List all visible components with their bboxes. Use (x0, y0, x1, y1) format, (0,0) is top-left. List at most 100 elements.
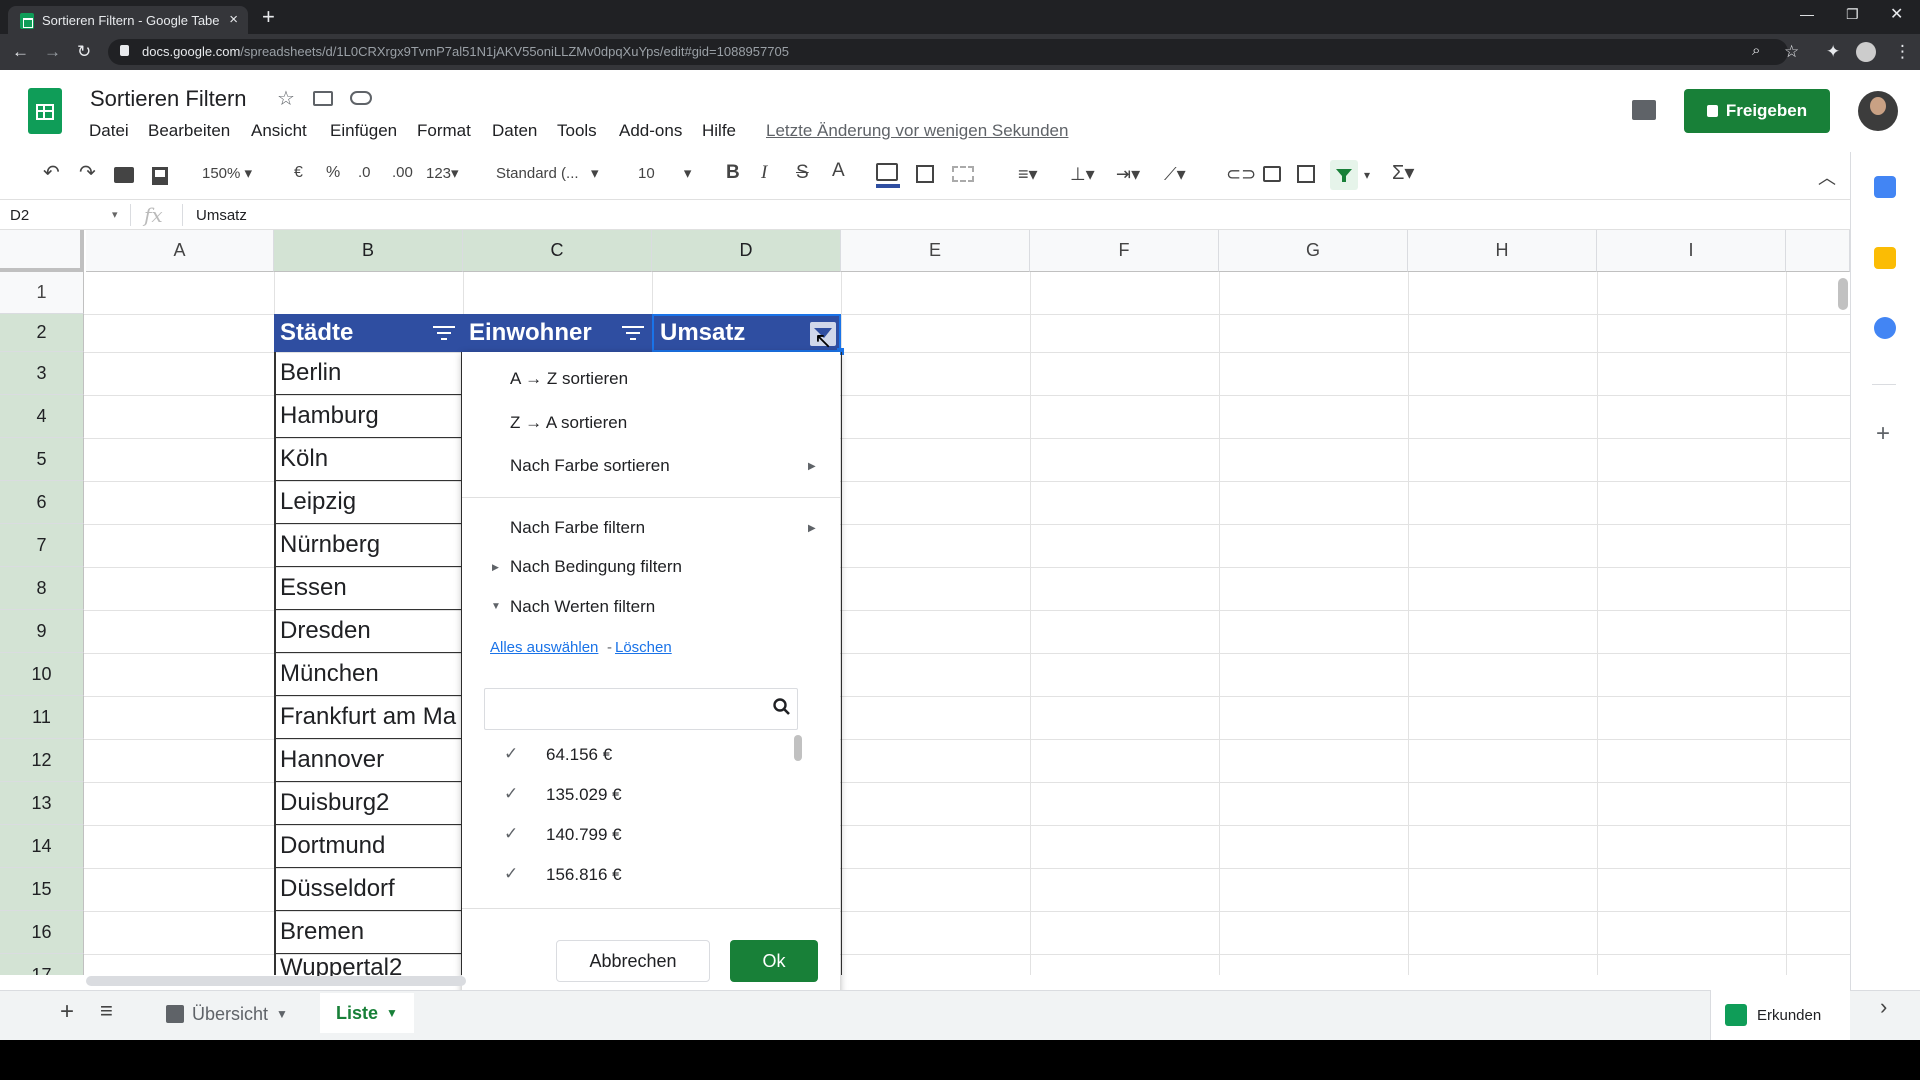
filter-value-item[interactable]: 64.156 € (546, 745, 612, 765)
menu-einfuegen[interactable]: Einfügen (330, 121, 397, 141)
extensions-icon[interactable]: ✦ (1826, 42, 1840, 62)
header-cell-staedte[interactable]: Städte (274, 314, 463, 352)
row-header-4[interactable]: 4 (0, 395, 84, 438)
sheet-tab-dropdown-icon[interactable]: ▼ (276, 1007, 288, 1021)
city-cell[interactable]: Hannover (274, 739, 462, 782)
redo-icon[interactable]: ↷ (79, 160, 96, 185)
check-icon[interactable]: ✓ (504, 864, 518, 884)
sheet-tab-liste[interactable]: Liste ▼ (320, 993, 414, 1033)
functions-icon[interactable]: Σ▾ (1392, 160, 1414, 185)
values-scrollbar[interactable] (794, 735, 802, 761)
borders-icon[interactable] (916, 165, 934, 183)
row-header-7[interactable]: 7 (0, 524, 84, 567)
menu-tools[interactable]: Tools (557, 121, 597, 141)
city-cell[interactable]: Berlin (274, 352, 462, 395)
font-select[interactable]: Standard (... ▾ (496, 164, 599, 182)
header-cell-einwohner[interactable]: Einwohner (463, 314, 652, 352)
menu-ansicht[interactable]: Ansicht (251, 121, 307, 141)
filter-by-color-item[interactable]: Nach Farbe filtern (510, 518, 645, 538)
row-header-2[interactable]: 2 (0, 314, 84, 352)
comments-icon[interactable] (1632, 100, 1656, 120)
row-header-5[interactable]: 5 (0, 438, 84, 481)
sort-a-z-item[interactable]: A → Z sortieren (510, 369, 628, 389)
city-cell[interactable]: Dortmund (274, 825, 462, 868)
column-header-i[interactable]: I (1597, 230, 1786, 272)
merge-cells-icon[interactable] (952, 166, 974, 182)
minimize-icon[interactable]: — (1800, 6, 1814, 22)
city-cell[interactable]: Essen (274, 567, 462, 610)
sheet-tab-uebersicht[interactable]: Übersicht ▼ (150, 996, 304, 1032)
row-header-17[interactable]: 17 (0, 954, 84, 975)
filter-button[interactable] (1330, 160, 1358, 190)
row-header-15[interactable]: 15 (0, 868, 84, 911)
undo-icon[interactable]: ↶ (43, 160, 60, 185)
city-cell[interactable]: Hamburg (274, 395, 462, 438)
row-header-14[interactable]: 14 (0, 825, 84, 868)
filter-views-dropdown-icon[interactable]: ▾ (1364, 168, 1370, 182)
insert-chart-icon[interactable] (1297, 165, 1315, 183)
select-all-corner[interactable] (0, 230, 84, 272)
document-title[interactable]: Sortieren Filtern (90, 86, 247, 112)
sheets-logo-icon[interactable] (28, 88, 62, 134)
bold-button[interactable]: B (726, 162, 740, 184)
filter-by-values-item[interactable]: Nach Werten filtern (510, 597, 655, 617)
column-header-b[interactable]: B (274, 230, 463, 272)
insert-comment-icon[interactable] (1263, 166, 1281, 182)
percent-format-button[interactable]: % (326, 164, 340, 182)
row-header-8[interactable]: 8 (0, 567, 84, 610)
browser-tab[interactable]: Sortieren Filtern - Google Tabelle × (8, 6, 248, 34)
city-cell[interactable]: Dresden (274, 610, 462, 653)
menu-hilfe[interactable]: Hilfe (702, 121, 736, 141)
horizontal-scrollbar[interactable] (86, 976, 466, 986)
bookmark-star-icon[interactable]: ☆ (1784, 42, 1799, 62)
window-close-icon[interactable]: ✕ (1890, 4, 1903, 24)
clear-link[interactable]: Löschen (615, 639, 672, 656)
back-icon[interactable]: ← (12, 42, 29, 62)
keep-icon[interactable] (1874, 247, 1896, 269)
sort-by-color-item[interactable]: Nach Farbe sortieren (510, 456, 670, 476)
filter-search-input[interactable] (484, 688, 798, 730)
row-header-13[interactable]: 13 (0, 782, 84, 825)
expand-arrow-icon[interactable]: ▶ (492, 562, 499, 573)
filter-icon[interactable] (622, 326, 644, 340)
add-sheet-icon[interactable]: + (60, 998, 74, 1026)
filter-value-item[interactable]: 140.799 € (546, 825, 622, 845)
font-size-select[interactable]: 10 ▾ (638, 164, 691, 182)
cancel-button[interactable]: Abbrechen (556, 940, 710, 982)
browser-menu-icon[interactable]: ⋮ (1894, 42, 1911, 62)
city-cell[interactable]: Düsseldorf (274, 868, 462, 911)
text-wrap-icon[interactable]: ⇥▾ (1116, 164, 1140, 185)
italic-button[interactable]: I (761, 162, 767, 184)
name-box-dropdown-icon[interactable]: ▾ (112, 208, 118, 221)
row-header-12[interactable]: 12 (0, 739, 84, 782)
filter-value-item[interactable]: 156.816 € (546, 865, 622, 885)
row-header-16[interactable]: 16 (0, 911, 84, 954)
move-folder-icon[interactable] (313, 91, 333, 106)
more-formats-select[interactable]: 123▾ (426, 164, 459, 182)
strikethrough-button[interactable]: S (796, 162, 809, 184)
zoom-select[interactable]: 150% ▾ (202, 164, 252, 182)
column-header-e[interactable]: E (841, 230, 1030, 272)
column-header-f[interactable]: F (1030, 230, 1219, 272)
user-avatar[interactable] (1858, 91, 1898, 131)
side-panel-toggle-icon[interactable]: › (1880, 994, 1887, 1020)
city-cell[interactable]: Köln (274, 438, 462, 481)
formula-input[interactable]: Umsatz (196, 207, 247, 224)
collapse-arrow-icon[interactable]: ▼ (491, 601, 501, 612)
cloud-status-icon[interactable] (350, 91, 372, 105)
star-icon[interactable]: ☆ (277, 86, 295, 111)
tab-close-icon[interactable]: × (229, 11, 238, 28)
print-icon[interactable] (114, 167, 134, 183)
column-header-d[interactable]: D (652, 230, 841, 272)
check-icon[interactable]: ✓ (504, 744, 518, 764)
row-header-9[interactable]: 9 (0, 610, 84, 653)
row-header-1[interactable]: 1 (0, 272, 84, 314)
check-icon[interactable]: ✓ (504, 824, 518, 844)
calendar-icon[interactable] (1874, 176, 1896, 198)
city-cell[interactable]: Frankfurt am Ma (274, 696, 462, 739)
city-cell[interactable]: Bremen (274, 911, 462, 954)
select-all-link[interactable]: Alles auswählen (490, 639, 598, 656)
header-cell-umsatz[interactable]: Umsatz (652, 314, 841, 352)
paint-format-icon[interactable] (152, 167, 168, 185)
menu-datei[interactable]: Datei (89, 121, 129, 141)
